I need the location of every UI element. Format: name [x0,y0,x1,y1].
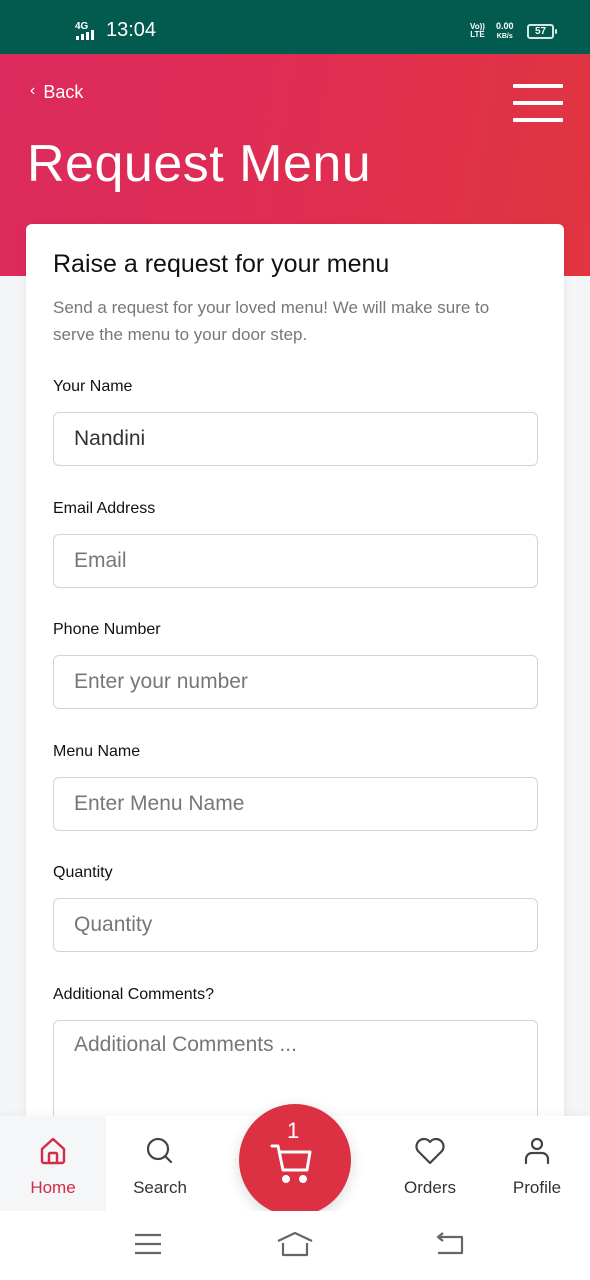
user-icon [520,1134,554,1168]
home-icon [36,1134,70,1168]
form-title: Raise a request for your menu [53,250,390,278]
form-description: Send a request for your loved menu! We w… [53,298,490,344]
name-field-group: Your Name [53,378,538,466]
request-form-card: Raise a request for your menu Send a req… [26,224,564,1224]
speed-value: 0.00 [496,21,514,31]
phone-field-group: Phone Number [53,621,538,709]
page-title: Request Menu [27,135,372,193]
network-speed: 0.00 KB/s [496,22,514,41]
chevron-left-icon: ‹ [30,81,36,99]
phone-label: Phone Number [53,621,161,638]
nav-profile[interactable]: Profile [484,1116,590,1211]
signal-icon [76,30,94,40]
menu-name-field-group: Menu Name [53,743,538,831]
system-home-icon[interactable] [276,1231,314,1262]
phone-input[interactable] [53,655,538,709]
clock: 13:04 [106,19,157,41]
nav-orders[interactable]: Orders [376,1116,484,1211]
quantity-field-group: Quantity [53,864,538,952]
recent-apps-icon[interactable] [133,1231,163,1262]
system-nav-bar [0,1211,590,1280]
nav-profile-label: Profile [512,1178,562,1197]
name-label: Your Name [53,378,133,395]
quantity-input[interactable] [53,898,538,952]
volte-indicator: Vo)) LTE [470,23,485,39]
nav-home-label: Home [30,1178,76,1197]
nav-home[interactable]: Home [0,1116,106,1211]
hamburger-icon-line [513,84,563,88]
nav-search[interactable]: Search [106,1116,214,1211]
menu-name-input[interactable] [53,777,538,831]
email-input[interactable] [53,534,538,588]
quantity-label: Quantity [53,864,113,881]
cart-button[interactable]: 1 [239,1104,351,1216]
hamburger-menu-button[interactable] [513,84,563,122]
battery-icon: 57 [527,24,557,39]
volte-bottom: LTE [470,30,485,39]
hamburger-icon-line [513,118,563,122]
menu-name-label: Menu Name [53,743,141,760]
email-label: Email Address [53,500,156,517]
heart-icon [413,1134,447,1168]
back-button[interactable]: ‹ Back [30,82,83,103]
name-input[interactable] [53,412,538,466]
comments-label: Additional Comments? [53,986,214,1003]
screen: 4G 13:04 Vo)) LTE 0.00 KB/s 57 ‹ Back Re… [0,0,590,1280]
system-back-icon[interactable] [434,1231,466,1262]
nav-search-label: Search [133,1178,187,1197]
hamburger-icon-line [513,101,563,105]
nav-orders-label: Orders [404,1178,456,1197]
status-bar: 4G 13:04 Vo)) LTE 0.00 KB/s 57 [0,0,590,54]
back-label: Back [43,82,84,102]
email-field-group: Email Address [53,500,538,588]
search-icon [143,1134,177,1168]
speed-unit: KB/s [496,33,513,40]
cart-icon [270,1144,312,1183]
